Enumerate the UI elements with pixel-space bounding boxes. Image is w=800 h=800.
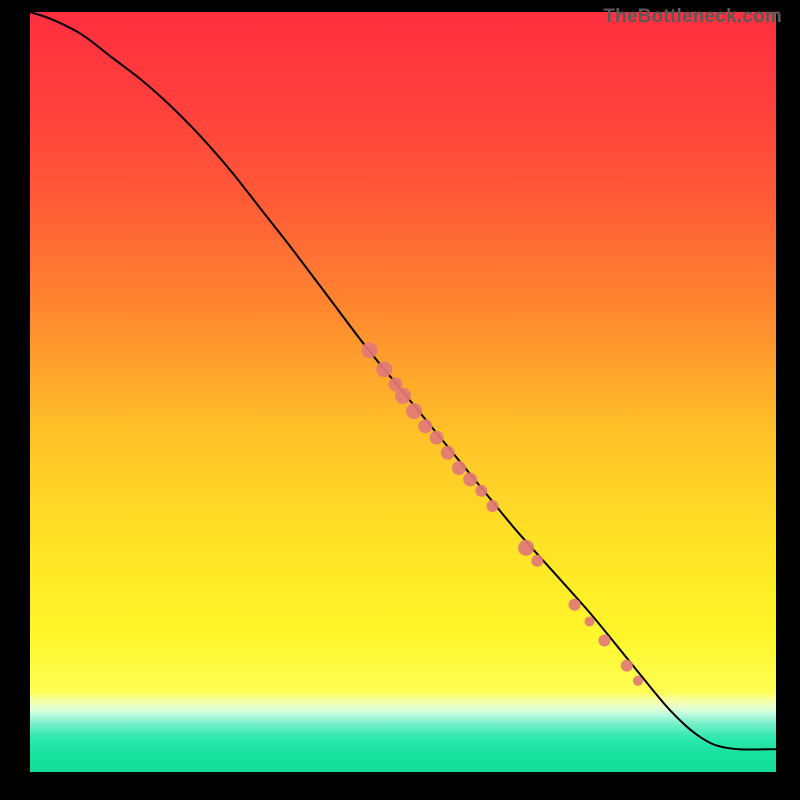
data-marker xyxy=(463,472,477,486)
data-marker xyxy=(569,599,581,611)
bottleneck-curve xyxy=(30,12,776,749)
watermark-text: TheBottleneck.com xyxy=(603,6,782,28)
data-marker xyxy=(452,461,466,475)
data-marker xyxy=(585,617,595,627)
data-marker xyxy=(406,403,422,419)
data-marker xyxy=(361,342,377,358)
data-marker xyxy=(518,540,534,556)
data-marker xyxy=(441,446,455,460)
data-marker xyxy=(418,419,432,433)
data-marker xyxy=(430,431,444,445)
data-marker xyxy=(598,635,610,647)
data-marker xyxy=(475,485,487,497)
data-marker xyxy=(531,555,543,567)
data-marker xyxy=(376,361,392,377)
data-marker xyxy=(621,660,633,672)
data-marker xyxy=(487,500,499,512)
chart-stage: TheBottleneck.com xyxy=(0,0,800,800)
data-marker xyxy=(395,388,411,404)
curve-layer xyxy=(30,12,776,772)
data-marker xyxy=(633,676,643,686)
plot-area xyxy=(30,12,776,772)
